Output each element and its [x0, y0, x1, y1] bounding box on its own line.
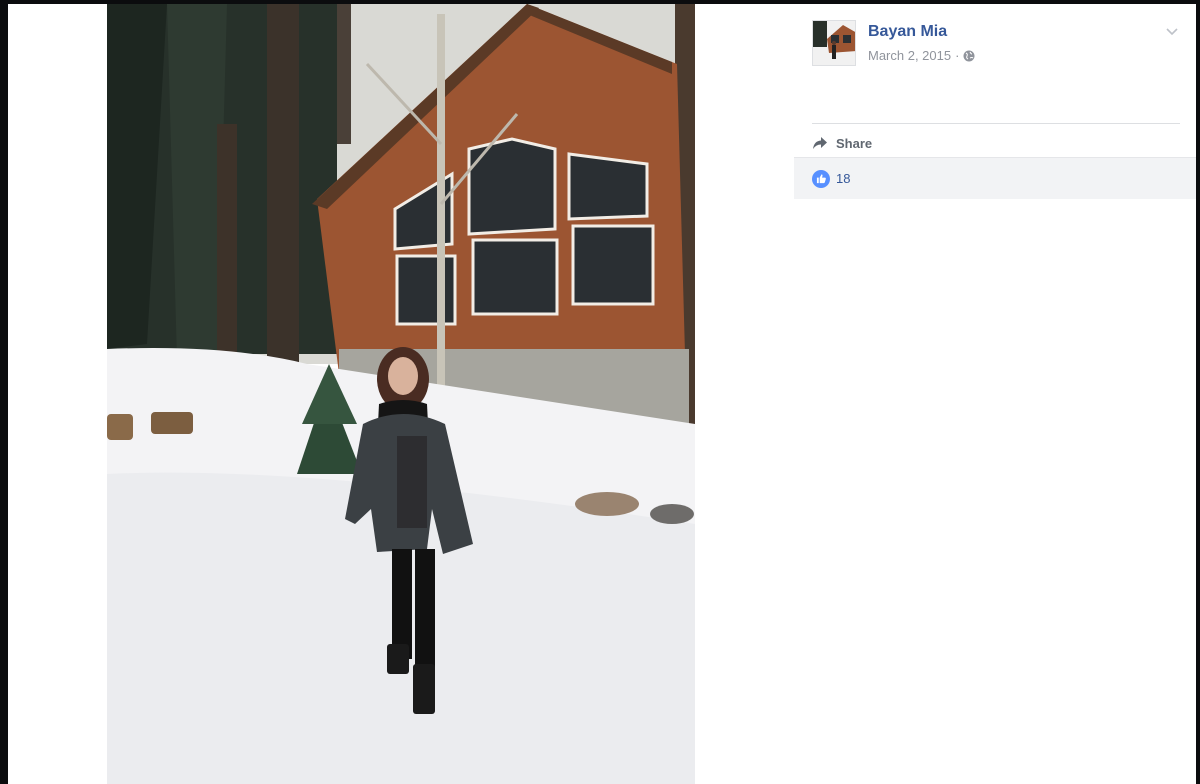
like-thumb-icon: [812, 169, 830, 188]
share-label: Share: [836, 135, 873, 151]
avatar[interactable]: [812, 20, 856, 66]
reactions-bar[interactable]: 18: [794, 157, 1196, 199]
post-details-panel: Bayan Mia March 2, 2015 · Share 18: [794, 4, 1196, 784]
divider: [812, 123, 1180, 124]
photo-stage: [8, 4, 794, 784]
author-name[interactable]: Bayan Mia: [868, 23, 947, 41]
photo-viewer: Bayan Mia March 2, 2015 · Share 18: [8, 4, 1196, 784]
share-arrow-icon: [813, 137, 827, 149]
reaction-count[interactable]: 18: [836, 171, 850, 186]
post-meta: March 2, 2015 ·: [868, 48, 975, 63]
chevron-down-icon[interactable]: [1164, 24, 1180, 38]
meta-separator: ·: [955, 48, 960, 63]
post-header: Bayan Mia March 2, 2015 ·: [812, 20, 1184, 68]
share-button[interactable]: Share: [812, 131, 872, 155]
globe-icon[interactable]: [963, 50, 975, 62]
post-date[interactable]: March 2, 2015: [868, 48, 951, 63]
post-photo[interactable]: [107, 4, 695, 784]
